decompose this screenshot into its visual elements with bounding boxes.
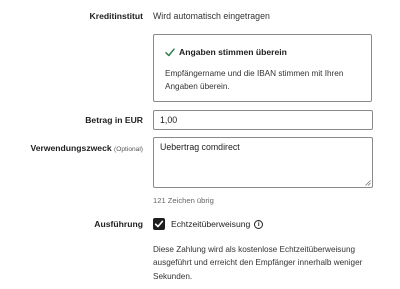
verification-title-row: Angaben stimmen überein [165,47,287,57]
verification-text: Empfängername und die IBAN stimmen mit I… [165,69,344,91]
purpose-optional-hint: (Optional) [114,146,143,153]
verification-box: Angaben stimmen überein Empfängername un… [153,34,372,102]
purpose-char-counter: 121 Zeichen übrig [153,196,214,205]
checkmark-icon [165,47,175,57]
instant-transfer-label-row: Echtzeitüberweisung i [171,219,264,229]
instant-transfer-description: Diese Zahlung wird als kostenlose Echtze… [153,245,363,281]
creditor-institute-value: Wird automatisch eingetragen [153,11,270,21]
amount-input[interactable] [153,110,373,130]
verification-title: Angaben stimmen überein [179,47,287,57]
purpose-label: Verwendungszweck (Optional) [30,143,143,153]
checkbox-check-icon [154,220,164,228]
execution-label: Ausführung [94,219,143,229]
instant-transfer-label: Echtzeitüberweisung [171,219,251,229]
info-icon[interactable]: i [254,219,264,229]
purpose-label-text: Verwendungszweck [30,143,112,153]
amount-label: Betrag in EUR [85,115,143,125]
creditor-institute-label: Kreditinstitut [89,11,143,21]
purpose-textarea[interactable]: Uebertrag comdirect [153,137,373,188]
resize-grip-icon[interactable] [365,180,371,186]
instant-transfer-checkbox[interactable] [153,218,165,230]
